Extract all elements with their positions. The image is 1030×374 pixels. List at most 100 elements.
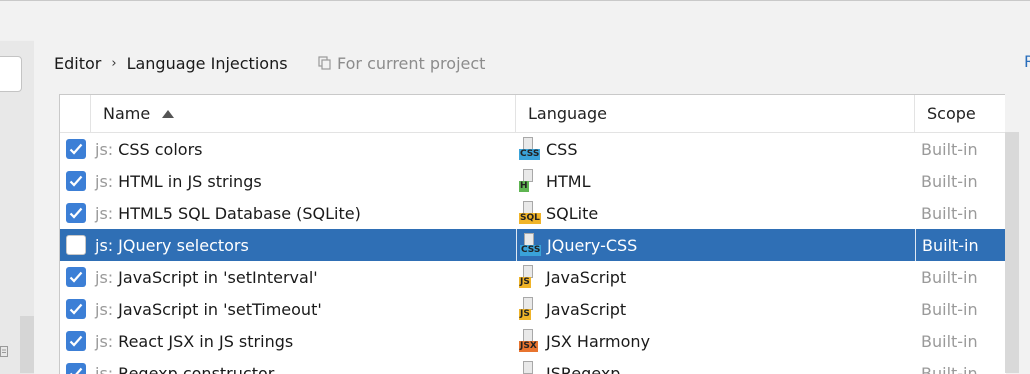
enabled-checkbox[interactable] — [66, 267, 86, 287]
table-row[interactable]: js: JavaScript in 'setInterval' JS JavaScri… — [60, 261, 1006, 293]
row-name-cell: js:Regexp constructor — [91, 357, 516, 374]
table-row[interactable]: js: HTML in JS strings H HTML Built-in — [60, 165, 1006, 197]
scope-value: Built-in — [921, 300, 978, 319]
row-name-cell: js:React JSX in JS strings — [91, 325, 516, 357]
scope-value: Built-in — [921, 140, 978, 159]
row-enabled-cell — [60, 293, 91, 325]
injection-name: JavaScript in 'setTimeout' — [118, 300, 322, 319]
checkmark-icon — [69, 303, 83, 315]
injection-name: JQuery selectors — [118, 236, 249, 255]
row-name-cell: js: JavaScript in 'setInterval' — [91, 261, 516, 293]
table-row[interactable]: js:Regexp constructor JSRegexp Built-in — [60, 357, 1006, 374]
injections-table: Name Language Scope js:CSS colorsCSSCSSB… — [59, 94, 1006, 374]
row-name-cell: js: HTML in JS strings — [91, 165, 516, 197]
enabled-checkbox[interactable] — [66, 299, 86, 319]
checkmark-icon — [69, 175, 83, 187]
row-scope-cell: Built-in — [915, 165, 1006, 197]
enabled-checkbox[interactable] — [66, 203, 86, 223]
enabled-checkbox[interactable] — [66, 363, 86, 374]
row-language-cell: JSRegexp — [516, 357, 915, 374]
scope-value: Built-in — [921, 364, 978, 374]
language-tag: CSS — [519, 149, 540, 160]
row-language-cell: JSJavaScript — [516, 293, 915, 325]
header-language-column[interactable]: Language — [516, 95, 915, 132]
table-row[interactable]: js: HTML5 SQL Database (SQLite) SQLSQLite B… — [60, 197, 1006, 229]
checkmark-icon — [69, 335, 83, 347]
row-name-cell: js: HTML5 SQL Database (SQLite) — [91, 197, 516, 229]
settings-tree-scrollbar[interactable] — [20, 316, 34, 373]
injection-prefix: js: — [95, 364, 113, 374]
sort-ascending-icon — [162, 110, 174, 118]
row-enabled-cell — [60, 325, 91, 357]
language-name: JavaScript — [546, 300, 626, 319]
css-file-icon: CSS — [519, 233, 543, 257]
row-name-cell: js: JavaScript in 'setTimeout' — [91, 293, 516, 325]
injection-prefix: js: — [95, 332, 113, 351]
language-tag: H — [519, 181, 529, 192]
copy-icon — [318, 56, 332, 70]
regexp-file-icon — [518, 361, 542, 374]
injection-name: HTML5 SQL Database (SQLite) — [118, 204, 361, 223]
language-name: JQuery-CSS — [547, 236, 637, 255]
language-name: HTML — [546, 172, 591, 191]
table-row[interactable]: js:React JSX in JS stringsJSXJSX Harmony… — [60, 325, 1006, 357]
enabled-checkbox[interactable] — [66, 139, 86, 159]
row-language-cell: CSS JQuery-CSS — [516, 229, 915, 261]
row-enabled-cell — [60, 357, 91, 374]
language-name: CSS — [546, 140, 577, 159]
injection-name: JavaScript in 'setInterval' — [118, 268, 317, 287]
window-top-border — [0, 0, 1030, 1]
header-name-column[interactable]: Name — [91, 95, 516, 132]
injection-prefix: js: — [95, 204, 113, 223]
language-name: SQLite — [546, 204, 598, 223]
scope-value: Built-in — [921, 172, 978, 191]
row-language-cell: JSXJSX Harmony — [516, 325, 915, 357]
sql-file-icon: SQL — [518, 201, 542, 225]
language-name: JavaScript — [546, 268, 626, 287]
breadcrumb: Editor › Language Injections — [54, 52, 288, 74]
row-enabled-cell — [60, 133, 91, 165]
row-scope-cell: Built-in — [915, 229, 1006, 261]
row-name-cell: js:CSS colors — [91, 133, 516, 165]
row-name-cell: js:JQuery selectors — [91, 229, 516, 261]
table-row[interactable]: js:JQuery selectors CSS JQuery-CSS Built-in — [60, 229, 1006, 261]
js-file-icon: JS — [518, 265, 542, 289]
language-tag: JS — [519, 277, 531, 288]
scope-value: Built-in — [921, 204, 978, 223]
row-enabled-cell — [60, 165, 91, 197]
table-row[interactable]: js: JavaScript in 'setTimeout' JSJavaScrip… — [60, 293, 1006, 325]
injection-prefix: js: — [95, 300, 113, 319]
table-scrollbar-thumb[interactable] — [1005, 132, 1019, 373]
header-scope-column[interactable]: Scope — [915, 95, 1006, 132]
header-name-label: Name — [103, 104, 150, 123]
injection-prefix: js: — [95, 172, 113, 191]
html-file-icon: H — [518, 169, 542, 193]
header-enabled-column[interactable] — [60, 95, 91, 132]
settings-search-input[interactable] — [0, 56, 22, 92]
language-name: JSRegexp — [546, 364, 620, 374]
header-scope-label: Scope — [927, 104, 976, 123]
checkmark-icon — [69, 207, 83, 219]
scope-value: Built-in — [921, 332, 978, 351]
enabled-checkbox[interactable] — [66, 171, 86, 191]
language-name: JSX Harmony — [546, 332, 650, 351]
header-language-label: Language — [528, 104, 607, 123]
row-scope-cell: Built-in — [915, 325, 1006, 357]
row-language-cell: SQLSQLite — [516, 197, 915, 229]
injection-name: HTML in JS strings — [118, 172, 262, 191]
table-row[interactable]: js:CSS colorsCSSCSSBuilt-in — [60, 133, 1006, 165]
table-header: Name Language Scope — [60, 95, 1006, 133]
injection-prefix: js: — [95, 268, 113, 287]
enabled-checkbox[interactable] — [66, 331, 86, 351]
breadcrumb-parent[interactable]: Editor — [54, 54, 101, 73]
project-scope-label: For current project — [337, 54, 485, 73]
row-language-cell: CSS CSS — [516, 133, 915, 165]
js-file-icon: JS — [518, 297, 542, 321]
row-scope-cell: Built-in — [915, 197, 1006, 229]
enabled-checkbox[interactable] — [66, 235, 86, 255]
checkmark-icon — [69, 271, 83, 283]
row-enabled-cell — [60, 229, 91, 261]
language-tag: CSS — [520, 245, 541, 256]
reset-link[interactable]: R — [1024, 52, 1030, 71]
row-language-cell: H HTML — [516, 165, 915, 197]
